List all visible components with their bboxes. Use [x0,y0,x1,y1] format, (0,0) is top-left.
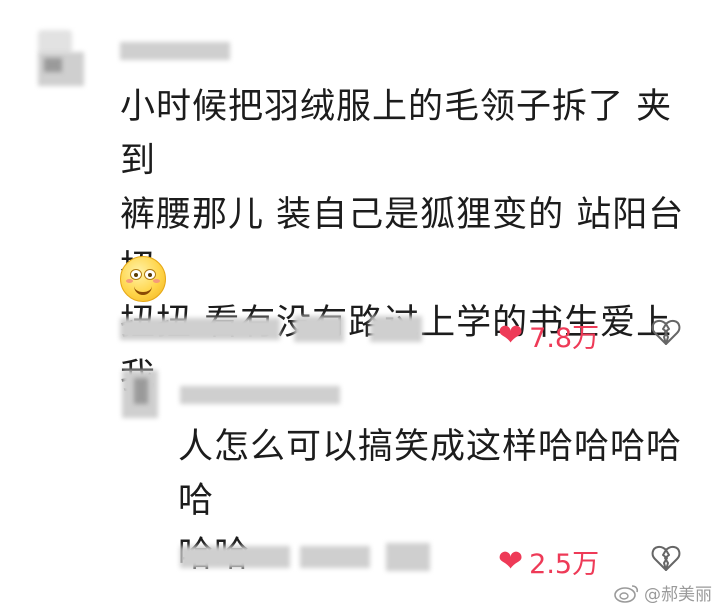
like-button[interactable]: ❤ 7.8万 [498,316,599,355]
comment-text: 小时候把羽绒服上的毛领子拆了 夹到 裤腰那儿 装自己是狐狸变的 站阳台扭 扭扭 … [120,80,700,404]
comment-username[interactable] [120,42,230,60]
broken-heart-icon[interactable] [651,544,681,572]
like-count: 2.5万 [529,549,600,580]
smiling-face-emoji [120,256,166,302]
heart-icon: ❤ [498,543,524,579]
comment-line: 裤腰那儿 装自己是狐狸变的 站阳台扭 [120,195,685,289]
weibo-logo-icon [614,584,639,603]
broken-heart-icon[interactable] [651,318,681,346]
heart-icon: ❤ [498,317,524,353]
comment-line: 小时候把羽绒服上的毛领子拆了 夹到 [120,87,673,181]
reply-line: 人怎么可以搞笑成这样哈哈哈哈哈 [178,427,683,521]
like-count: 7.8万 [529,323,600,354]
watermark: @郝美丽 [614,580,712,605]
like-button[interactable]: ❤ 2.5万 [498,542,599,581]
reply-username[interactable] [180,386,340,404]
watermark-text: @郝美丽 [644,585,712,605]
